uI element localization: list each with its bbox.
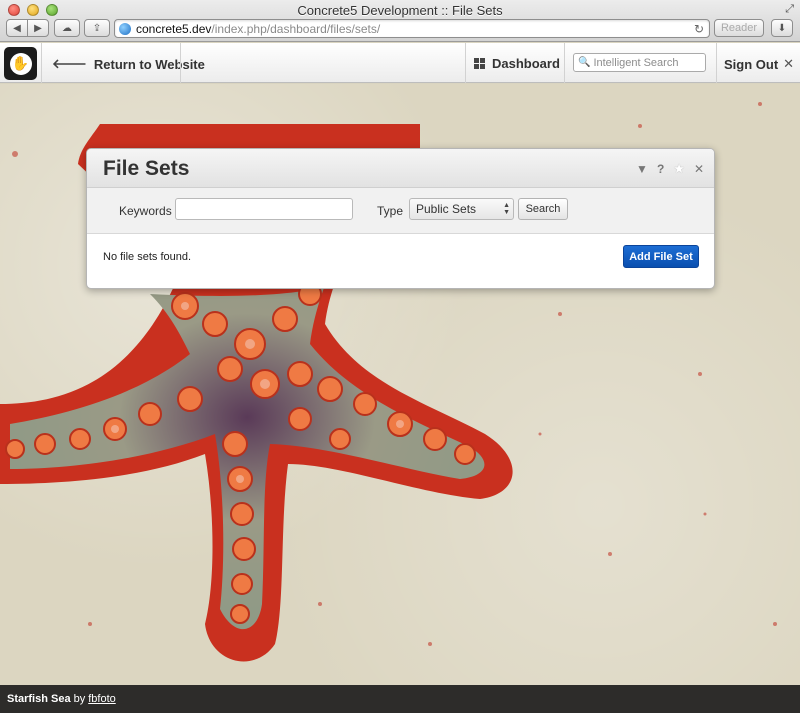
return-label: Return to Website: [93, 56, 205, 72]
panel-title: File Sets: [103, 157, 190, 180]
globe-icon: [119, 22, 131, 35]
fullscreen-icon[interactable]: ⤢: [785, 3, 794, 16]
browser-titlebar: Concrete5 Development :: File Sets ⤢ ◀ ▶…: [0, 0, 800, 42]
share-button[interactable]: ⇪: [84, 19, 110, 37]
collapse-triangle-icon[interactable]: ▼: [636, 162, 648, 176]
cloud-icon: ☁: [62, 22, 72, 34]
concrete5-logo[interactable]: ✋: [4, 47, 37, 80]
credit-by: by: [73, 693, 86, 705]
forward-button[interactable]: ▶: [27, 19, 49, 37]
type-label: Type: [377, 204, 404, 218]
favorite-star-icon[interactable]: ★: [673, 161, 685, 177]
reload-icon[interactable]: ↻: [694, 22, 704, 36]
toolbar-divider: [180, 43, 181, 83]
window-title: Concrete5 Development :: File Sets: [297, 3, 503, 18]
panel-controls: ▼ ? ★ ✕: [636, 161, 704, 177]
sign-out-link[interactable]: Sign Out ✕: [724, 56, 794, 72]
intelligent-search-box[interactable]: 🔍: [573, 53, 706, 72]
close-icon: ✕: [783, 56, 795, 71]
sign-out-label: Sign Out: [724, 56, 779, 72]
photo-credit-bar: Starfish Sea by fbfoto: [0, 685, 800, 713]
close-panel-icon[interactable]: ✕: [694, 162, 704, 176]
keywords-label: Keywords: [119, 204, 172, 218]
return-to-website-link[interactable]: 🡐 Return to Website: [52, 56, 205, 72]
share-icon: ⇪: [92, 22, 102, 34]
download-icon: ⬇: [777, 22, 787, 34]
type-selected-value: Public Sets: [416, 202, 477, 216]
filter-bar: Keywords Type Public Sets ▲ ▼ Search: [87, 188, 714, 234]
hand-logo-icon: ✋: [9, 52, 32, 75]
toolbar-divider: [564, 43, 565, 83]
intelligent-search-input[interactable]: [593, 56, 704, 69]
toolbar-divider: [41, 43, 42, 83]
search-icon: 🔍: [578, 57, 591, 68]
toolbar-divider: [465, 43, 466, 83]
arrow-left-icon: 🡐: [52, 56, 87, 71]
toolbar-divider: [716, 43, 717, 83]
address-bar[interactable]: concrete5.dev/index.php/dashboard/files/…: [114, 19, 710, 38]
panel-header: File Sets ▼ ? ★ ✕: [87, 149, 714, 188]
dashboard-grid-icon: [474, 58, 485, 69]
url-path: /index.php/dashboard/files/sets/: [211, 21, 381, 36]
panel-body: No file sets found. Add File Set: [87, 234, 714, 288]
concrete5-toolbar: ✋ 🡐 Return to Website Dashboard 🔍 Sign O…: [0, 43, 800, 83]
empty-message: No file sets found.: [103, 251, 192, 263]
help-button[interactable]: ?: [657, 162, 664, 176]
reader-button[interactable]: Reader: [714, 19, 764, 37]
downloads-button[interactable]: ⬇: [771, 19, 793, 37]
icloud-tabs-button[interactable]: ☁: [54, 19, 80, 37]
dashboard-link[interactable]: Dashboard: [474, 56, 560, 71]
credit-author-link[interactable]: fbfoto: [88, 693, 116, 705]
keywords-input[interactable]: [175, 198, 353, 220]
dashboard-label: Dashboard: [492, 56, 560, 71]
select-updown-icon: ▲ ▼: [503, 202, 510, 216]
back-button[interactable]: ◀: [6, 19, 28, 37]
search-button[interactable]: Search: [518, 198, 568, 220]
url-host: concrete5.dev: [136, 21, 212, 36]
add-file-set-button[interactable]: Add File Set: [623, 245, 699, 268]
browser-toolbar: ◀ ▶ ☁ ⇪ concrete5.dev/index.php/dashboar…: [0, 19, 800, 41]
file-sets-panel: File Sets ▼ ? ★ ✕ Keywords Type Public S…: [86, 148, 715, 289]
forward-arrow-icon: ▶: [34, 22, 42, 34]
type-select[interactable]: Public Sets ▲ ▼: [409, 198, 514, 220]
back-arrow-icon: ◀: [13, 22, 21, 34]
credit-title: Starfish Sea: [7, 693, 71, 705]
